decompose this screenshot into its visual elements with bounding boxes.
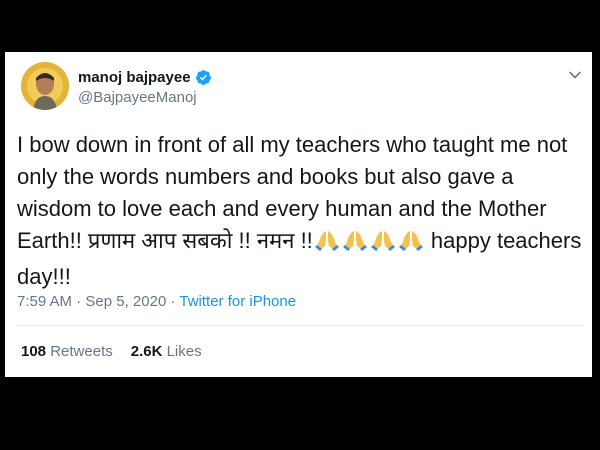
tweet-card: manoj bajpayee @BajpayeeManoj I bow down… <box>5 52 592 377</box>
tweet-meta: 7:59 AM · Sep 5, 2020 · Twitter for iPho… <box>17 293 296 310</box>
user-handle[interactable]: @BajpayeeManoj <box>78 89 212 106</box>
likes-count: 2.6K <box>130 343 163 360</box>
chevron-down-icon[interactable] <box>568 68 582 82</box>
meta-separator: · <box>72 293 86 310</box>
divider <box>17 325 584 326</box>
folded-hands-icon <box>313 228 341 261</box>
retweets-stat[interactable]: 108 Retweets <box>21 343 113 360</box>
folded-hands-icon <box>397 228 425 261</box>
avatar[interactable] <box>21 62 69 110</box>
retweets-count: 108 <box>21 343 47 360</box>
meta-separator: · <box>166 293 180 310</box>
author-block: manoj bajpayee @BajpayeeManoj <box>78 68 212 106</box>
likes-label: Likes <box>166 343 202 360</box>
folded-hands-icon <box>369 228 397 261</box>
tweet-text: I bow down in front of all my teachers w… <box>17 129 587 293</box>
likes-stat[interactable]: 2.6K Likes <box>131 343 202 360</box>
tweet-stats: 108 Retweets 2.6K Likes <box>21 343 202 360</box>
tweet-date[interactable]: Sep 5, 2020 <box>85 293 166 310</box>
folded-hands-icon <box>341 228 369 261</box>
screenshot-frame: manoj bajpayee @BajpayeeManoj I bow down… <box>0 0 600 450</box>
display-name[interactable]: manoj bajpayee <box>78 69 191 86</box>
tweet-source-link[interactable]: Twitter for iPhone <box>179 293 296 310</box>
tweet-time[interactable]: 7:59 AM <box>17 293 72 310</box>
verified-badge-icon <box>195 69 211 85</box>
retweets-label: Retweets <box>50 343 113 360</box>
